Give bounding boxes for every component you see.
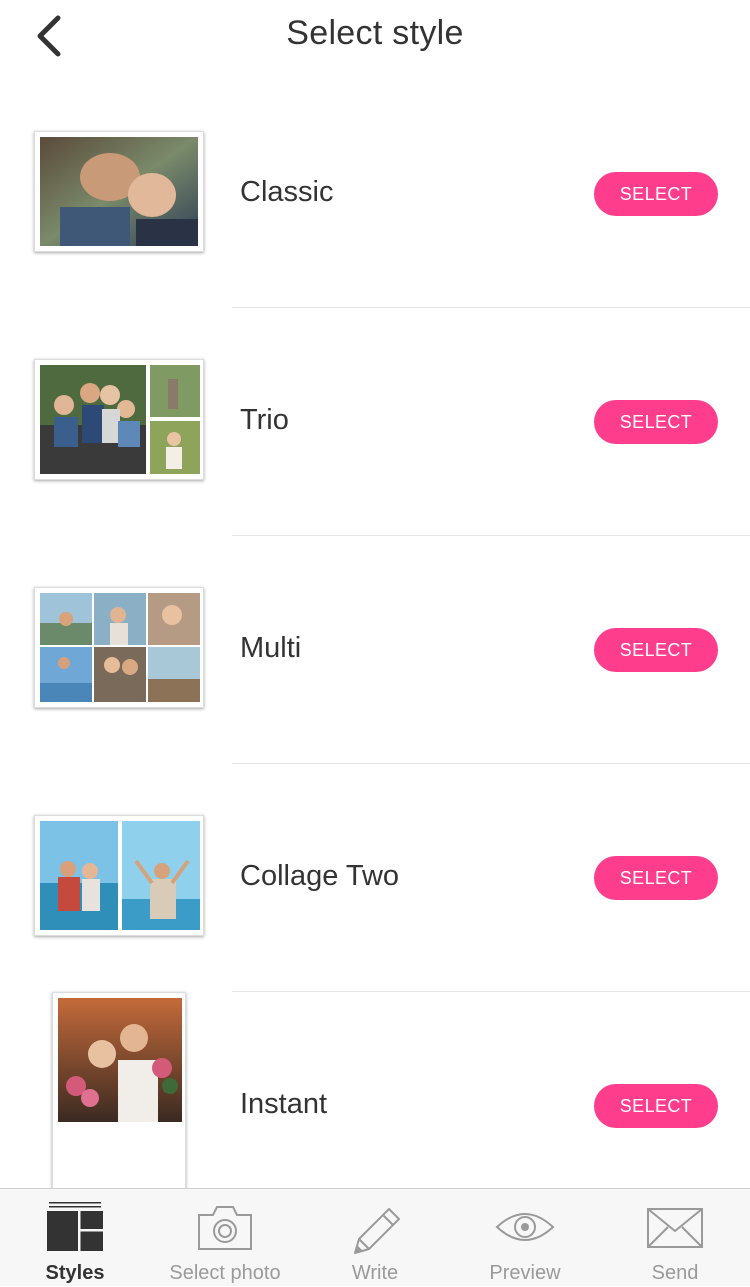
styles-list: Classic SELECT Trio SELECT Multi SELECT … (0, 80, 750, 1222)
tab-write[interactable]: Write (300, 1189, 450, 1287)
tab-select-photo[interactable]: Select photo (150, 1189, 300, 1287)
style-name: Instant (240, 1088, 328, 1120)
style-row-trio[interactable]: Trio SELECT (0, 308, 750, 536)
tab-label: Select photo (169, 1262, 281, 1284)
instant-photo (58, 998, 182, 1122)
select-button-classic[interactable]: SELECT (594, 172, 718, 216)
tab-send[interactable]: Send (600, 1189, 750, 1287)
classic-photo (40, 137, 198, 246)
tab-bar: Styles Select photo Write Preview Send (0, 1188, 750, 1286)
style-row-classic[interactable]: Classic SELECT (0, 80, 750, 308)
trio-photos (40, 365, 200, 474)
header: Select style (0, 0, 750, 76)
classic-thumbnail (34, 131, 204, 252)
tab-label: Write (351, 1262, 399, 1284)
style-name: Multi (240, 632, 302, 664)
tab-preview[interactable]: Preview (450, 1189, 600, 1287)
pencil-icon (354, 1208, 400, 1254)
multi-photos (40, 593, 200, 702)
multi-thumbnail (34, 587, 204, 708)
camera-icon (198, 1206, 252, 1250)
style-name: Collage Two (240, 860, 400, 892)
style-row-collage-two[interactable]: Collage Two SELECT (0, 764, 750, 992)
style-row-multi[interactable]: Multi SELECT (0, 536, 750, 764)
collage-two-photos (40, 821, 200, 930)
tab-styles[interactable]: Styles (0, 1189, 150, 1287)
select-button-collage-two[interactable]: SELECT (594, 856, 718, 900)
tab-label: Styles (45, 1262, 105, 1284)
instant-thumbnail (52, 992, 186, 1192)
tab-label: Send (651, 1262, 699, 1284)
select-button-multi[interactable]: SELECT (594, 628, 718, 672)
style-name: Trio (240, 404, 289, 436)
collage-two-thumbnail (34, 815, 204, 936)
tab-label: Preview (489, 1262, 561, 1284)
envelope-icon (647, 1208, 703, 1248)
trio-thumbnail (34, 359, 204, 480)
layout-grid-icon (47, 1202, 103, 1251)
select-button-trio[interactable]: SELECT (594, 400, 718, 444)
eye-icon (495, 1213, 555, 1241)
style-name: Classic (240, 176, 334, 208)
page-title: Select style (286, 14, 464, 52)
select-button-instant[interactable]: SELECT (594, 1084, 718, 1128)
